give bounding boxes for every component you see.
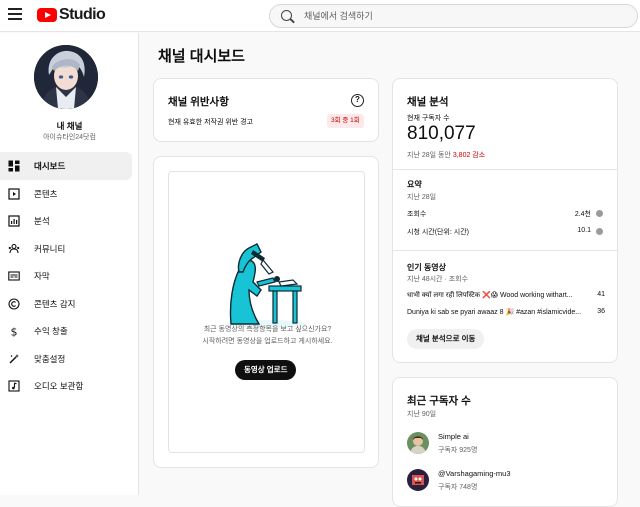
audio-library-icon <box>8 380 20 392</box>
sidebar-item-label: 대시보드 <box>34 161 66 171</box>
content-icon <box>8 187 20 200</box>
sidebar-item-label: 수익 창출 <box>34 326 68 336</box>
subtitles-icon <box>8 271 20 281</box>
subscriber-count: 구독자 748명 <box>438 484 478 491</box>
divider <box>393 169 617 170</box>
sidebar-item-label: 커뮤니티 <box>34 243 66 254</box>
go-to-analytics-button[interactable]: 채널 분석으로 이동 <box>407 329 485 349</box>
sidebar-item-copyright[interactable]: 콘텐츠 감지 <box>0 290 132 318</box>
sidebar: 내 채널 아이슈타인24닷컴 대시보드 콘텐츠 분석 커뮤니티 자막 콘텐츠 감… <box>0 33 139 495</box>
magic-wand-icon <box>9 353 19 363</box>
copyright-icon <box>8 297 20 310</box>
top-video-views: 36 <box>597 308 605 315</box>
subscribers-value: 810,077 <box>407 123 476 144</box>
menu-icon[interactable] <box>8 8 22 20</box>
change-value: 3,802 감소 <box>452 152 486 159</box>
top-video-views: 41 <box>597 291 605 298</box>
dollar-icon: $ <box>11 326 18 338</box>
divider <box>393 250 617 251</box>
subscriber-name[interactable]: Simple ai <box>438 432 469 441</box>
subscribers-label: 현재 구독자 수 <box>407 115 450 122</box>
sidebar-item-audio-library[interactable]: 오디오 보관함 <box>0 372 132 400</box>
recent-subscribers-period: 지난 90일 <box>407 411 437 418</box>
studio-logo[interactable]: Studio <box>37 6 106 24</box>
youtube-logo-icon <box>37 8 57 22</box>
analytics-card: 채널 분석 현재 구독자 수 810,077 지난 28일 동안 3,802 감… <box>392 78 618 363</box>
subscriber-name[interactable]: @Varshagaming-mu3 <box>438 469 511 478</box>
sidebar-item-subtitles[interactable]: 자막 <box>0 262 132 290</box>
sidebar-item-label: 콘텐츠 감지 <box>34 298 76 309</box>
views-label: 조회수 <box>407 211 427 218</box>
channel-avatar[interactable] <box>34 45 98 109</box>
sidebar-nav: 대시보드 콘텐츠 분석 커뮤니티 자막 콘텐츠 감지 $ 수익 창출 맞춤설정 <box>0 152 139 400</box>
svg-text:$: $ <box>11 326 18 338</box>
violation-text: 현재 유효한 저작권 위반 경고 <box>168 119 254 126</box>
violations-title: 채널 위반사항 <box>168 96 229 108</box>
top-bar: Studio <box>0 0 640 32</box>
recent-subscribers-card: 최근 구독자 수 지난 90일 Simple ai 구독자 925명 @Vars… <box>392 377 618 507</box>
upload-panel: 최근 동영상의 측정항목을 보고 싶으신가요? 시작하려면 동영상을 업로드하고… <box>168 171 365 453</box>
logo-text: Studio <box>59 6 106 23</box>
sidebar-item-label: 오디오 보관함 <box>34 381 84 391</box>
sidebar-item-label: 분석 <box>34 216 50 226</box>
analytics-title: 채널 분석 <box>407 96 449 108</box>
change-prefix: 지난 28일 동안 <box>407 152 451 159</box>
sidebar-item-label: 맞춤설정 <box>34 353 66 364</box>
community-icon <box>8 243 20 253</box>
upload-hint-line2: 시작하려면 동영상을 업로드하고 게시하세요. <box>202 338 333 345</box>
violations-card: 채널 위반사항 ? 현재 유효한 저작권 위반 경고 3회 중 1회 <box>153 78 379 142</box>
page-title: 채널 대시보드 <box>158 48 245 65</box>
watch-time-label: 시청 시간(단위: 시간) <box>407 229 470 236</box>
channel-handle: 아이슈타인24닷컴 <box>43 134 96 141</box>
channel-name: 내 채널 <box>56 121 83 131</box>
top-videos-period: 지난 48시간 · 조회수 <box>407 276 469 283</box>
subscriber-count: 구독자 925명 <box>438 447 478 454</box>
search-input[interactable] <box>304 8 624 24</box>
top-video-title[interactable]: धाभी क्यों लगा रही लिपस्टिक ❌😱 Wood work… <box>407 291 587 300</box>
views-value: 2.4천 <box>574 211 591 218</box>
subscribers-change: 지난 28일 동안 3,802 감소 <box>407 150 485 160</box>
sidebar-item-customization[interactable]: 맞춤설정 <box>0 345 132 373</box>
summary-title: 요약 <box>407 180 422 189</box>
upload-card: 최근 동영상의 측정항목을 보고 싶으신가요? 시작하려면 동영상을 업로드하고… <box>153 156 379 468</box>
recent-subscribers-title: 최근 구독자 수 <box>407 395 471 407</box>
analytics-icon <box>8 215 20 227</box>
search-box[interactable] <box>269 4 638 28</box>
upload-video-button[interactable]: 동영상 업로드 <box>235 360 297 380</box>
status-badge[interactable]: 3회 중 1회 <box>327 114 364 128</box>
help-icon[interactable]: ? <box>351 94 364 107</box>
top-video-title[interactable]: Duniya ki sab se pyari awaaz 8 🎉 #azan #… <box>407 308 587 316</box>
sidebar-item-label: 자막 <box>34 271 50 281</box>
sidebar-item-monetization[interactable]: $ 수익 창출 <box>0 317 132 345</box>
sidebar-item-analytics[interactable]: 분석 <box>0 207 132 235</box>
sidebar-item-label: 콘텐츠 <box>34 188 58 199</box>
avatar[interactable] <box>407 469 429 491</box>
info-icon[interactable] <box>596 210 603 217</box>
avatar[interactable] <box>407 432 429 454</box>
search-icon[interactable] <box>281 10 292 21</box>
dashboard-icon <box>8 160 20 172</box>
upload-illustration <box>227 243 307 328</box>
top-videos-title: 인기 동영상 <box>407 263 447 272</box>
summary-period: 지난 28일 <box>407 194 437 201</box>
sidebar-item-community[interactable]: 커뮤니티 <box>0 235 132 263</box>
info-icon[interactable] <box>596 228 603 235</box>
sidebar-item-content[interactable]: 콘텐츠 <box>0 180 132 208</box>
upload-hint-line1: 최근 동영상의 측정항목을 보고 싶으신가요? <box>203 326 332 333</box>
sidebar-item-dashboard[interactable]: 대시보드 <box>0 152 132 180</box>
watch-time-value: 10.1 <box>577 227 591 234</box>
